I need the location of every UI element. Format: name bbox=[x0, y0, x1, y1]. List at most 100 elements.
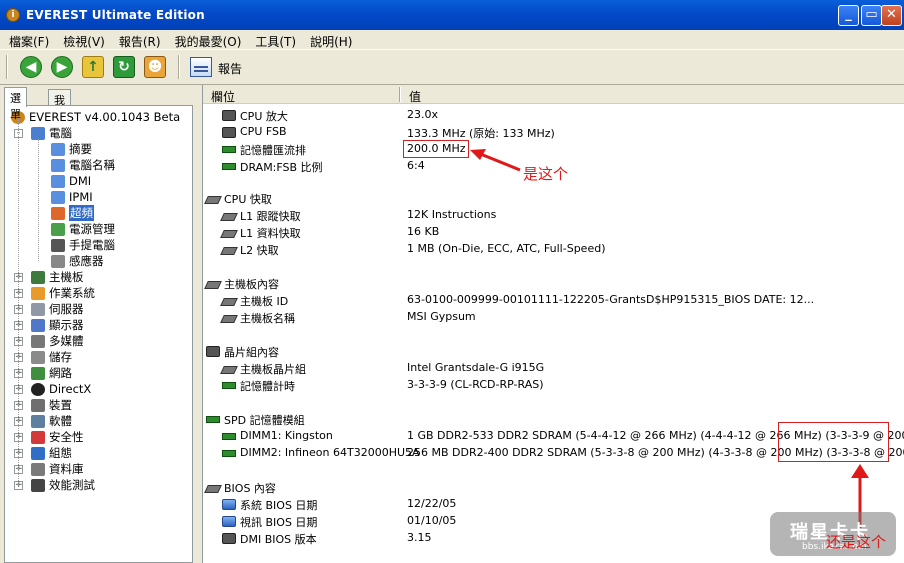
tree-item-label: 效能測試 bbox=[49, 478, 95, 492]
chip-icon bbox=[222, 533, 236, 544]
pc-icon bbox=[51, 191, 65, 204]
users-icon[interactable]: ☻ bbox=[144, 56, 166, 78]
group-header-row[interactable]: 晶片組內容 bbox=[203, 343, 904, 360]
tree-item[interactable]: + 網路 bbox=[5, 365, 192, 381]
value-column-header[interactable]: 值 bbox=[409, 88, 421, 105]
tree-item[interactable]: + 作業系統 bbox=[5, 285, 192, 301]
tree-item[interactable]: IPMI bbox=[5, 189, 192, 205]
field-label: DRAM:FSB 比例 bbox=[240, 161, 323, 174]
tree-item-label: 軟體 bbox=[49, 414, 72, 428]
server-icon bbox=[31, 303, 45, 316]
detail-row[interactable] bbox=[203, 394, 904, 411]
menu-help[interactable]: 說明(H) bbox=[301, 30, 357, 50]
title-bar: i EVEREST Ultimate Edition _ ▭ ✕ bbox=[0, 0, 904, 30]
field-label: L1 跟蹤快取 bbox=[240, 210, 301, 223]
forward-icon[interactable]: ▶ bbox=[51, 56, 73, 78]
memory-icon bbox=[222, 382, 236, 389]
field-column-header[interactable]: 欄位 bbox=[211, 88, 235, 105]
tree-item[interactable]: + 軟體 bbox=[5, 413, 192, 429]
detail-row[interactable]: 主機板 ID 63-0100-009999-00101111-122205-Gra… bbox=[203, 292, 904, 309]
detail-row[interactable]: 主機板晶片組 Intel Grantsdale-G i915G bbox=[203, 360, 904, 377]
back-icon[interactable]: ◀ bbox=[20, 56, 42, 78]
detail-row[interactable] bbox=[203, 258, 904, 275]
tree-item[interactable]: 超頻 bbox=[5, 205, 192, 221]
group-icon bbox=[220, 366, 238, 374]
detail-row[interactable]: L1 跟蹤快取 12K Instructions bbox=[203, 207, 904, 224]
menu-file[interactable]: 檔案(F) bbox=[0, 30, 54, 50]
field-label: 主機板晶片組 bbox=[240, 363, 306, 376]
tree-item-label: 電腦名稱 bbox=[69, 158, 115, 172]
left-panel: 選單 我的最愛 EVEREST v4.00.1043 Beta-電腦摘要電腦名稱… bbox=[0, 85, 196, 563]
tree-item[interactable]: + 組態 bbox=[5, 445, 192, 461]
tree-item-label: 多媒體 bbox=[49, 334, 84, 348]
memory-bus-highlight bbox=[403, 140, 469, 158]
tree-item-label: 摘要 bbox=[69, 142, 92, 156]
detail-row[interactable]: CPU FSB 133.3 MHz (原始: 133 MHz) bbox=[203, 124, 904, 141]
tree-item[interactable]: DMI bbox=[5, 173, 192, 189]
power-icon bbox=[51, 223, 65, 236]
menu-favorites[interactable]: 我的最愛(O) bbox=[166, 30, 247, 50]
tree-item[interactable]: + 多媒體 bbox=[5, 333, 192, 349]
cpu-icon bbox=[222, 127, 236, 138]
detail-row[interactable]: 記憶體計時 3-3-3-9 (CL-RCD-RP-RAS) bbox=[203, 377, 904, 394]
detail-row[interactable]: 系統 BIOS 日期 12/22/05 bbox=[203, 496, 904, 513]
group-header-row[interactable]: CPU 快取 bbox=[203, 190, 904, 207]
tree-item-label: 儲存 bbox=[49, 350, 72, 364]
detail-row[interactable]: CPU 放大 23.0x bbox=[203, 107, 904, 124]
group-header-row[interactable]: BIOS 內容 bbox=[203, 479, 904, 496]
tree-item[interactable]: 電源管理 bbox=[5, 221, 192, 237]
group-header-row[interactable]: 主機板內容 bbox=[203, 275, 904, 292]
close-button[interactable]: ✕ bbox=[881, 5, 902, 26]
detail-row[interactable]: 主機板名稱 MSI Gypsum bbox=[203, 309, 904, 326]
tree-item-label: 資料庫 bbox=[49, 462, 84, 476]
detail-row[interactable]: L1 資料快取 16 KB bbox=[203, 224, 904, 241]
tree-item[interactable]: 感應器 bbox=[5, 253, 192, 269]
tree-item[interactable]: + 顯示器 bbox=[5, 317, 192, 333]
field-label: L1 資料快取 bbox=[240, 227, 301, 240]
tree-item[interactable]: 電腦名稱 bbox=[5, 157, 192, 173]
refresh-icon[interactable]: ↻ bbox=[113, 56, 135, 78]
field-label: 主機板名稱 bbox=[240, 312, 295, 325]
tree-item-label: 超頻 bbox=[69, 205, 94, 221]
up-folder-icon[interactable]: ↑ bbox=[82, 56, 104, 78]
detail-row[interactable]: L2 快取 1 MB (On-Die, ECC, ATC, Full-Speed) bbox=[203, 241, 904, 258]
detail-row[interactable] bbox=[203, 326, 904, 343]
report-button-label[interactable]: 報告 bbox=[218, 60, 242, 77]
laptop-icon bbox=[51, 239, 65, 252]
tree-item[interactable]: + 裝置 bbox=[5, 397, 192, 413]
detail-row[interactable] bbox=[203, 462, 904, 479]
detail-row[interactable]: 記憶體匯流排 200.0 MHz bbox=[203, 141, 904, 158]
field-label: 視訊 BIOS 日期 bbox=[240, 516, 318, 529]
tree-item[interactable]: EVEREST v4.00.1043 Beta bbox=[5, 109, 192, 125]
menu-tools[interactable]: 工具(T) bbox=[246, 30, 301, 50]
tree-item[interactable]: - 電腦 bbox=[5, 125, 192, 141]
field-label: CPU FSB bbox=[240, 125, 287, 138]
tab-menu[interactable]: 選單 bbox=[4, 87, 27, 121]
memory-icon bbox=[222, 433, 236, 440]
group-icon bbox=[220, 230, 238, 238]
menu-view[interactable]: 檢視(V) bbox=[54, 30, 110, 50]
tree-item[interactable]: + DirectX bbox=[5, 381, 192, 397]
tree-item[interactable]: + 伺服器 bbox=[5, 301, 192, 317]
column-divider[interactable] bbox=[399, 87, 401, 102]
minimize-button[interactable]: _ bbox=[838, 5, 859, 26]
field-label: 晶片組內容 bbox=[224, 346, 279, 359]
field-label: 記憶體計時 bbox=[240, 380, 295, 393]
tree-line bbox=[18, 118, 19, 485]
tree-item[interactable]: 摘要 bbox=[5, 141, 192, 157]
tree-item[interactable]: + 效能測試 bbox=[5, 477, 192, 493]
report-icon[interactable] bbox=[190, 57, 212, 77]
tree-item[interactable]: + 資料庫 bbox=[5, 461, 192, 477]
menu-report[interactable]: 報告(R) bbox=[110, 30, 166, 50]
tree-item[interactable]: + 儲存 bbox=[5, 349, 192, 365]
toolbar-separator bbox=[178, 55, 180, 79]
field-label: 記憶體匯流排 bbox=[240, 144, 306, 157]
tree-item[interactable]: + 安全性 bbox=[5, 429, 192, 445]
maximize-button[interactable]: ▭ bbox=[861, 5, 882, 26]
tree-item-label: IPMI bbox=[69, 190, 93, 204]
tree-item[interactable]: + 主機板 bbox=[5, 269, 192, 285]
toolbar: ◀ ▶ ↑ ↻ ☻ 報告 bbox=[0, 50, 904, 85]
tree-item-label: 主機板 bbox=[49, 270, 84, 284]
tree-item[interactable]: 手提電腦 bbox=[5, 237, 192, 253]
tree-item-label: 網路 bbox=[49, 366, 72, 380]
